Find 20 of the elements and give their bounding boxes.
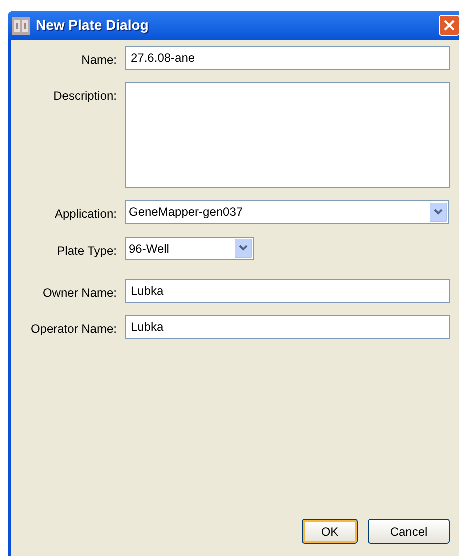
field-label: Plate Type: [56, 243, 118, 260]
field-label: Description: [52, 88, 118, 105]
input-field[interactable]: Lubka [125, 315, 450, 339]
dropdown[interactable]: GeneMapper-gen037 [125, 200, 449, 224]
dropdown[interactable]: 96-Well [125, 237, 254, 260]
field-label: Operator Name: [30, 321, 118, 338]
input-field[interactable]: Lubka [125, 279, 450, 303]
field-label: Name: [80, 52, 118, 69]
field-label: Owner Name: [42, 285, 118, 302]
input-field[interactable]: 27.6.08-ane [125, 46, 450, 70]
window-title: New Plate Dialog [36, 16, 149, 35]
dropdown-arrow-icon[interactable] [235, 239, 252, 258]
dialog-button[interactable]: Cancel [368, 519, 450, 544]
description-field[interactable] [125, 82, 450, 188]
dropdown-arrow-icon[interactable] [430, 202, 447, 222]
close-button[interactable] [439, 15, 459, 36]
close-icon [444, 20, 455, 31]
field-label: Application: [54, 206, 118, 223]
app-logo-icon [12, 16, 30, 34]
dialog-button[interactable]: OK [302, 519, 358, 544]
